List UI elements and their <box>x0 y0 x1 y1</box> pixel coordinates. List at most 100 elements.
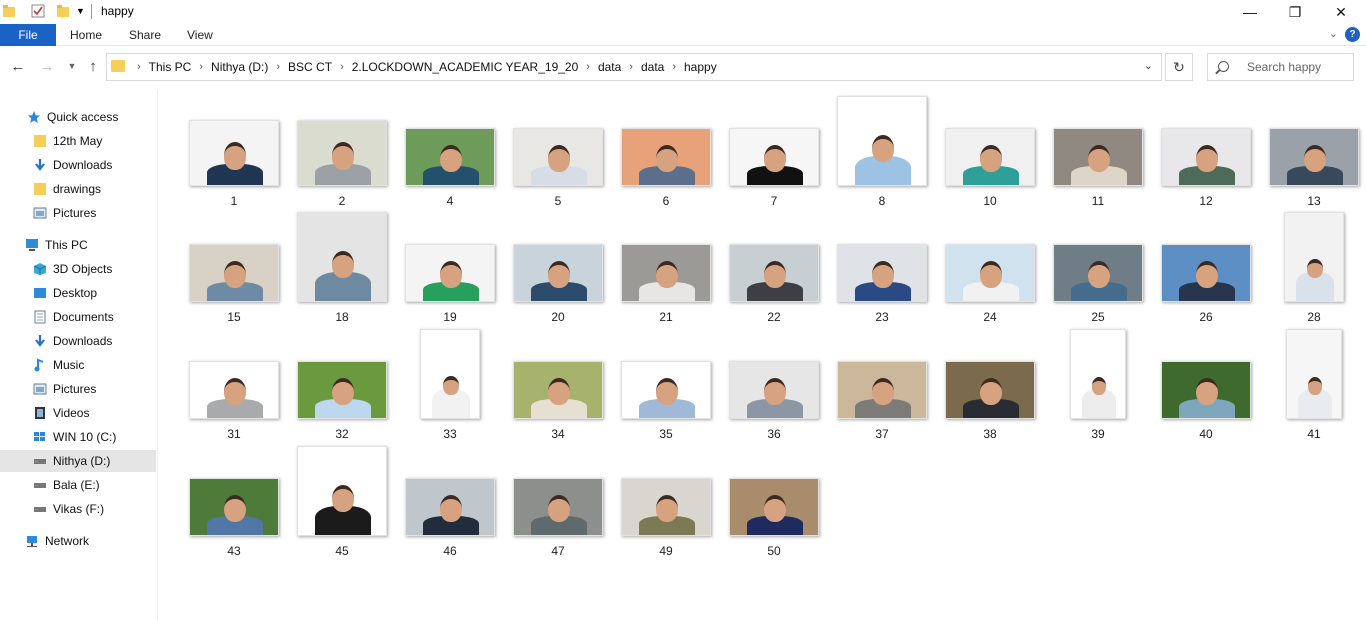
image-thumbnail[interactable] <box>621 128 711 186</box>
image-thumbnail[interactable] <box>1284 212 1344 302</box>
sidebar-item-desktop[interactable]: Desktop <box>0 282 156 304</box>
sidebar-item-bala-drive[interactable]: Bala (E:) <box>0 474 156 496</box>
image-thumbnail[interactable] <box>1269 128 1359 186</box>
breadcrumb-this-pc[interactable]: This PC <box>149 60 192 74</box>
sidebar-item-downloads[interactable]: Downloads <box>0 330 156 352</box>
image-thumbnail[interactable] <box>729 128 819 186</box>
image-thumbnail[interactable] <box>189 478 279 536</box>
refresh-button[interactable]: ↻ <box>1165 53 1193 81</box>
image-thumbnail[interactable] <box>1161 244 1251 302</box>
image-thumbnail[interactable] <box>297 212 387 302</box>
image-thumbnail[interactable] <box>729 478 819 536</box>
breadcrumb-data-2[interactable]: data <box>641 60 664 74</box>
chevron-right-icon[interactable]: › <box>586 61 590 73</box>
image-thumbnail[interactable] <box>945 128 1035 186</box>
chevron-right-icon[interactable]: › <box>629 61 633 73</box>
image-thumbnail[interactable] <box>1053 244 1143 302</box>
sidebar-item-win10-drive[interactable]: WIN 10 (C:) <box>0 426 156 448</box>
chevron-right-icon[interactable]: › <box>672 61 676 73</box>
sidebar-item-network[interactable]: Network <box>0 530 156 552</box>
tab-file[interactable]: File <box>0 24 56 46</box>
file-name: 18 <box>335 310 349 324</box>
sidebar-item-label: Nithya (D:) <box>53 454 111 468</box>
image-thumbnail[interactable] <box>405 244 495 302</box>
tab-share[interactable]: Share <box>129 28 161 42</box>
image-thumbnail[interactable] <box>621 244 711 302</box>
person-face <box>1196 260 1218 289</box>
sidebar-item-this-pc[interactable]: This PC <box>0 234 156 256</box>
image-thumbnail[interactable] <box>945 361 1035 419</box>
tab-view[interactable]: View <box>187 28 213 42</box>
image-thumbnail[interactable] <box>837 244 927 302</box>
search-input[interactable]: Search happy <box>1207 53 1354 81</box>
chevron-right-icon[interactable]: › <box>276 61 280 73</box>
minimize-button[interactable]: — <box>1227 0 1273 24</box>
image-thumbnail[interactable] <box>297 120 387 186</box>
new-folder-icon[interactable] <box>56 4 70 18</box>
sidebar-item-quick-access[interactable]: Quick access <box>0 106 156 128</box>
sidebar-item-label: Desktop <box>53 286 98 300</box>
customize-toolbar-icon[interactable]: ▼ <box>76 6 90 20</box>
sidebar-item-documents[interactable]: Documents <box>0 306 156 328</box>
image-thumbnail[interactable] <box>1053 128 1143 186</box>
help-icon[interactable]: ? <box>1345 27 1360 42</box>
sidebar-item-12th-may[interactable]: 12th May <box>0 130 156 152</box>
tab-home[interactable]: Home <box>70 28 102 42</box>
image-thumbnail[interactable] <box>297 361 387 419</box>
breadcrumb-data[interactable]: data <box>598 60 621 74</box>
image-thumbnail[interactable] <box>945 244 1035 302</box>
chevron-right-icon[interactable]: › <box>137 61 141 73</box>
image-thumbnail[interactable] <box>513 128 603 186</box>
image-thumbnail[interactable] <box>405 128 495 186</box>
image-thumbnail[interactable] <box>420 329 480 419</box>
sidebar-item-nithya-drive[interactable]: Nithya (D:) <box>0 450 156 472</box>
up-arrow-icon[interactable]: ↑ <box>83 56 103 76</box>
chevron-right-icon[interactable]: › <box>199 61 203 73</box>
close-button[interactable]: ✕ <box>1318 0 1364 24</box>
sidebar-item-downloads-quick[interactable]: Downloads <box>0 154 156 176</box>
expand-ribbon-icon[interactable]: ⌄ <box>1329 27 1338 40</box>
file-name: 39 <box>1091 427 1105 441</box>
image-thumbnail[interactable] <box>405 478 495 536</box>
sidebar-item-3d-objects[interactable]: 3D Objects <box>0 258 156 280</box>
sidebar-item-pictures[interactable]: Pictures <box>0 378 156 400</box>
breadcrumb-lockdown[interactable]: 2.LOCKDOWN_ACADEMIC YEAR_19_20 <box>352 60 579 74</box>
image-thumbnail[interactable] <box>1070 329 1126 419</box>
image-thumbnail[interactable] <box>1161 361 1251 419</box>
sidebar-item-videos[interactable]: Videos <box>0 402 156 424</box>
recent-locations-icon[interactable]: ▼ <box>62 56 82 76</box>
image-thumbnail[interactable] <box>837 361 927 419</box>
image-thumbnail[interactable] <box>621 361 711 419</box>
breadcrumb-happy[interactable]: happy <box>684 60 717 74</box>
address-bar[interactable]: › This PC › Nithya (D:) › BSC CT › 2.LOC… <box>106 53 1162 81</box>
sidebar-item-drawings[interactable]: drawings <box>0 178 156 200</box>
chevron-right-icon[interactable]: › <box>340 61 344 73</box>
restore-button[interactable]: ❐ <box>1272 0 1318 24</box>
image-thumbnail[interactable] <box>513 244 603 302</box>
back-arrow-icon[interactable]: ← <box>8 56 28 76</box>
image-thumbnail[interactable] <box>837 96 927 186</box>
chevron-down-icon[interactable]: ⌄ <box>1144 59 1153 72</box>
sidebar-item-label: drawings <box>53 182 102 196</box>
image-thumbnail[interactable] <box>621 478 711 536</box>
sidebar-item-vikas-drive[interactable]: Vikas (F:) <box>0 498 156 520</box>
sidebar-item-music[interactable]: Music <box>0 354 156 376</box>
breadcrumb-nithya-drive[interactable]: Nithya (D:) <box>211 60 268 74</box>
image-thumbnail[interactable] <box>297 446 387 536</box>
image-thumbnail[interactable] <box>729 361 819 419</box>
person-face <box>980 377 1002 406</box>
image-thumbnail[interactable] <box>513 361 603 419</box>
image-thumbnail[interactable] <box>189 120 279 186</box>
image-thumbnail[interactable] <box>189 244 279 302</box>
properties-icon[interactable] <box>31 4 45 18</box>
person-face <box>980 144 1002 173</box>
image-thumbnail[interactable] <box>1286 329 1342 419</box>
image-thumbnail[interactable] <box>513 478 603 536</box>
forward-arrow-icon[interactable]: → <box>37 56 57 76</box>
image-thumbnail[interactable] <box>189 361 279 419</box>
image-thumbnail[interactable] <box>1161 128 1251 186</box>
breadcrumb-bsc-ct[interactable]: BSC CT <box>288 60 332 74</box>
file-name: 28 <box>1307 310 1321 324</box>
image-thumbnail[interactable] <box>729 244 819 302</box>
sidebar-item-pictures-quick[interactable]: Pictures <box>0 202 156 224</box>
